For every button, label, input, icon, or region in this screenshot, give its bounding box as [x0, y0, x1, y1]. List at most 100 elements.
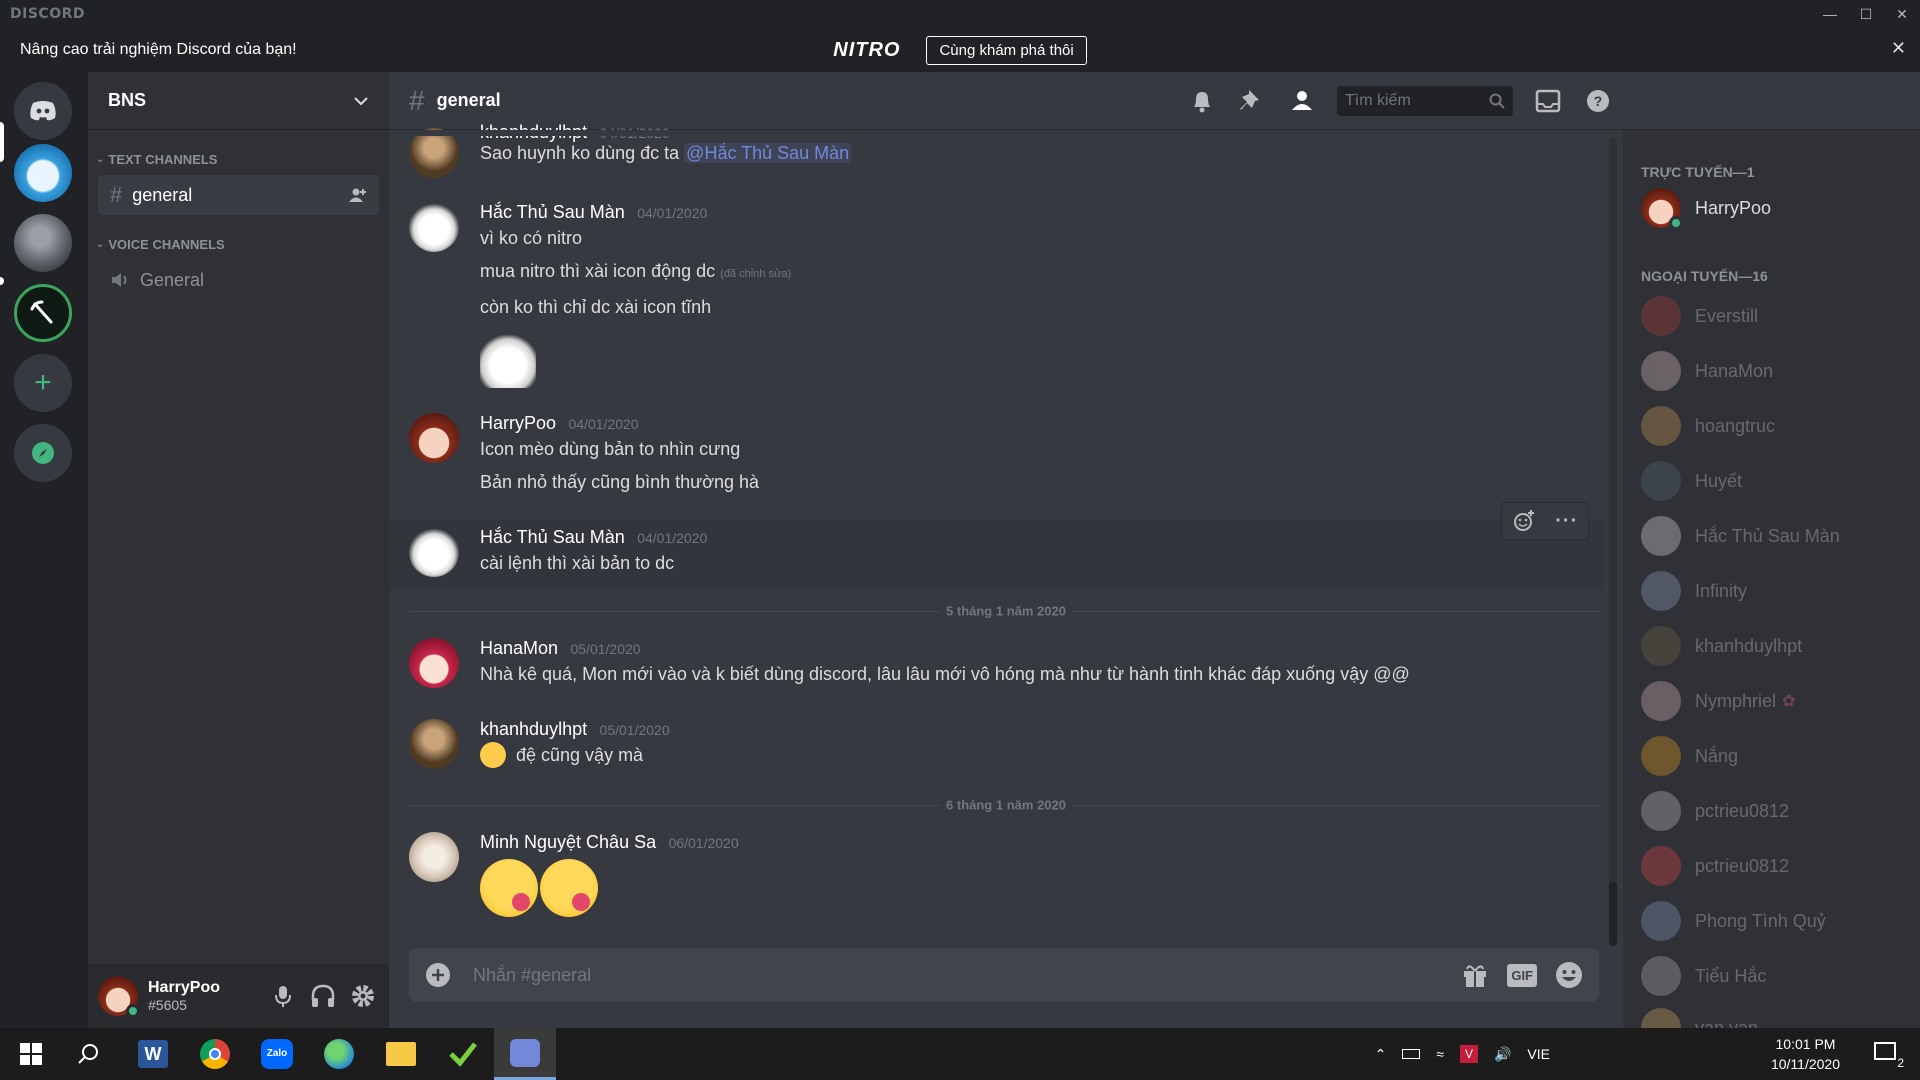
- clock[interactable]: 10:01 PM 10/11/2020: [1771, 1034, 1840, 1074]
- message-author[interactable]: khanhduylhpt: [480, 719, 587, 739]
- member-item[interactable]: hoangtruc: [1641, 406, 1775, 446]
- member-item[interactable]: Nymphriel ✿: [1641, 681, 1795, 721]
- chevron-down-icon[interactable]: [353, 96, 369, 106]
- zalo-app-icon[interactable]: Zalo: [246, 1028, 308, 1080]
- message-timestamp: 05/01/2020: [570, 641, 641, 657]
- wifi-icon[interactable]: ≈: [1436, 1046, 1444, 1062]
- author-avatar[interactable]: [409, 413, 459, 463]
- microphone-icon[interactable]: [267, 980, 299, 1012]
- nitro-message: Nâng cao trải nghiệm Discord của bạn!: [20, 41, 297, 58]
- category-voice-channels[interactable]: ⌄ VOICE CHANNELS: [96, 237, 389, 252]
- author-avatar[interactable]: [409, 832, 459, 882]
- member-item[interactable]: Phong Tình Quỷ: [1641, 901, 1826, 941]
- battery-icon[interactable]: [1402, 1049, 1421, 1059]
- add-server-icon[interactable]: +: [14, 354, 72, 412]
- member-item[interactable]: Everstill: [1641, 296, 1758, 336]
- author-avatar[interactable]: [409, 638, 459, 688]
- member-item[interactable]: Tiểu Hắc: [1641, 956, 1766, 996]
- chrome-app-icon[interactable]: [184, 1028, 246, 1080]
- member-item[interactable]: khanhduylhpt: [1641, 626, 1802, 666]
- message-author[interactable]: Hắc Thủ Sau Màn: [480, 202, 625, 222]
- server-icon-bns[interactable]: [14, 144, 72, 202]
- file-explorer-icon[interactable]: [370, 1028, 432, 1080]
- inbox-icon[interactable]: [1523, 86, 1573, 116]
- yum-face-emoji[interactable]: [540, 859, 598, 917]
- message-timestamp: 05/01/2020: [599, 722, 670, 738]
- member-item[interactable]: pctrieu0812: [1641, 791, 1789, 831]
- maps-app-icon[interactable]: [308, 1028, 370, 1080]
- settings-gear-icon[interactable]: [347, 980, 379, 1012]
- explore-servers-icon[interactable]: [14, 424, 72, 482]
- message[interactable]: Hắc Thủ Sau Màn 04/01/2020 cài lệnh thì …: [409, 527, 1603, 577]
- member-item[interactable]: HarryPoo: [1641, 188, 1772, 230]
- minimize-icon[interactable]: —: [1812, 0, 1848, 28]
- member-item[interactable]: vạn vạn: [1641, 1008, 1758, 1028]
- member-name: Nymphriel: [1695, 690, 1777, 711]
- member-item[interactable]: Infinity: [1641, 571, 1747, 611]
- checkmark-app-icon[interactable]: [432, 1028, 494, 1080]
- scrollbar-track[interactable]: [1609, 138, 1617, 946]
- more-options-icon[interactable]: ···: [1555, 510, 1578, 533]
- maximize-icon[interactable]: ☐: [1848, 0, 1884, 28]
- discord-taskbar-icon[interactable]: [494, 1028, 556, 1080]
- voice-channel-general[interactable]: General: [98, 260, 379, 300]
- member-name: HarryPoo: [1695, 197, 1772, 218]
- help-icon[interactable]: ?: [1573, 86, 1623, 116]
- add-reaction-icon[interactable]: [1512, 509, 1536, 533]
- channel-general[interactable]: # general: [98, 175, 379, 215]
- zany-face-emoji[interactable]: [480, 742, 506, 768]
- server-icon-pickaxe[interactable]: [14, 284, 72, 342]
- category-text-channels[interactable]: ⌄ TEXT CHANNELS: [96, 152, 389, 167]
- antivirus-icon[interactable]: V: [1459, 1045, 1478, 1063]
- message-text: Icon mèo dùng bản to nhìn cưng: [480, 439, 741, 459]
- gift-icon[interactable]: [1459, 959, 1491, 991]
- author-avatar[interactable]: [409, 719, 459, 769]
- action-center-icon[interactable]: 2: [1874, 1040, 1904, 1070]
- word-app-icon[interactable]: W: [122, 1028, 184, 1080]
- sticker-emoji[interactable]: [480, 332, 536, 388]
- upload-plus-icon[interactable]: [423, 960, 453, 990]
- message-timestamp: 04/01/2020: [637, 530, 708, 546]
- server-header[interactable]: BNS: [88, 72, 389, 130]
- member-item[interactable]: Nắng: [1641, 736, 1738, 776]
- date-divider: 5 tháng 1 năm 2020: [409, 603, 1603, 619]
- user-mention[interactable]: @Hắc Thủ Sau Màn: [684, 143, 852, 163]
- author-avatar[interactable]: [409, 202, 459, 252]
- headphones-icon[interactable]: [307, 980, 339, 1012]
- user-avatar[interactable]: [98, 976, 140, 1018]
- message-author[interactable]: HanaMon: [480, 638, 558, 658]
- server-icon-cat[interactable]: [14, 214, 72, 272]
- discord-logo-icon: [30, 101, 56, 121]
- language-indicator[interactable]: VIE: [1527, 1046, 1550, 1062]
- member-item[interactable]: pctrieu0812: [1641, 846, 1789, 886]
- close-banner-icon[interactable]: ✕: [1891, 38, 1906, 59]
- close-window-icon[interactable]: ✕: [1884, 0, 1920, 28]
- message-author[interactable]: HarryPoo: [480, 413, 556, 433]
- member-item[interactable]: Hắc Thủ Sau Màn: [1641, 516, 1840, 556]
- author-avatar[interactable]: [409, 527, 459, 577]
- message-input[interactable]: Nhắn #general: [473, 965, 1459, 986]
- home-button[interactable]: [14, 82, 72, 140]
- message-composer[interactable]: Nhắn #general GIF: [409, 948, 1599, 1002]
- yum-face-emoji[interactable]: [480, 859, 538, 917]
- emoji-picker-icon[interactable]: [1553, 959, 1585, 991]
- tray-chevron-icon[interactable]: ⌃: [1375, 1046, 1387, 1063]
- message-author[interactable]: Hắc Thủ Sau Màn: [480, 527, 625, 547]
- gif-button[interactable]: GIF: [1507, 963, 1537, 987]
- notification-bell-icon[interactable]: [1177, 86, 1227, 116]
- member-list-icon[interactable]: [1277, 86, 1327, 116]
- scrollbar-thumb[interactable]: [1609, 882, 1617, 946]
- message-author[interactable]: Minh Nguyệt Châu Sa: [480, 832, 656, 852]
- invite-user-icon[interactable]: [349, 187, 367, 203]
- windows-start-icon[interactable]: [0, 1028, 62, 1080]
- pinned-messages-icon[interactable]: [1227, 86, 1277, 116]
- user-panel: HarryPoo #5605: [88, 964, 389, 1028]
- search-input[interactable]: Tìm kiếm: [1337, 86, 1513, 116]
- volume-icon[interactable]: 🔊: [1494, 1046, 1511, 1063]
- taskbar-search-icon[interactable]: [58, 1028, 120, 1080]
- member-item[interactable]: Huyết: [1641, 461, 1742, 501]
- member-item[interactable]: HanaMon: [1641, 351, 1773, 391]
- collapse-arrow-icon: ⌄: [96, 239, 105, 250]
- hash-icon: #: [409, 84, 425, 116]
- message: HarryPoo 04/01/2020 Icon mèo dùng bản to…: [409, 413, 1603, 495]
